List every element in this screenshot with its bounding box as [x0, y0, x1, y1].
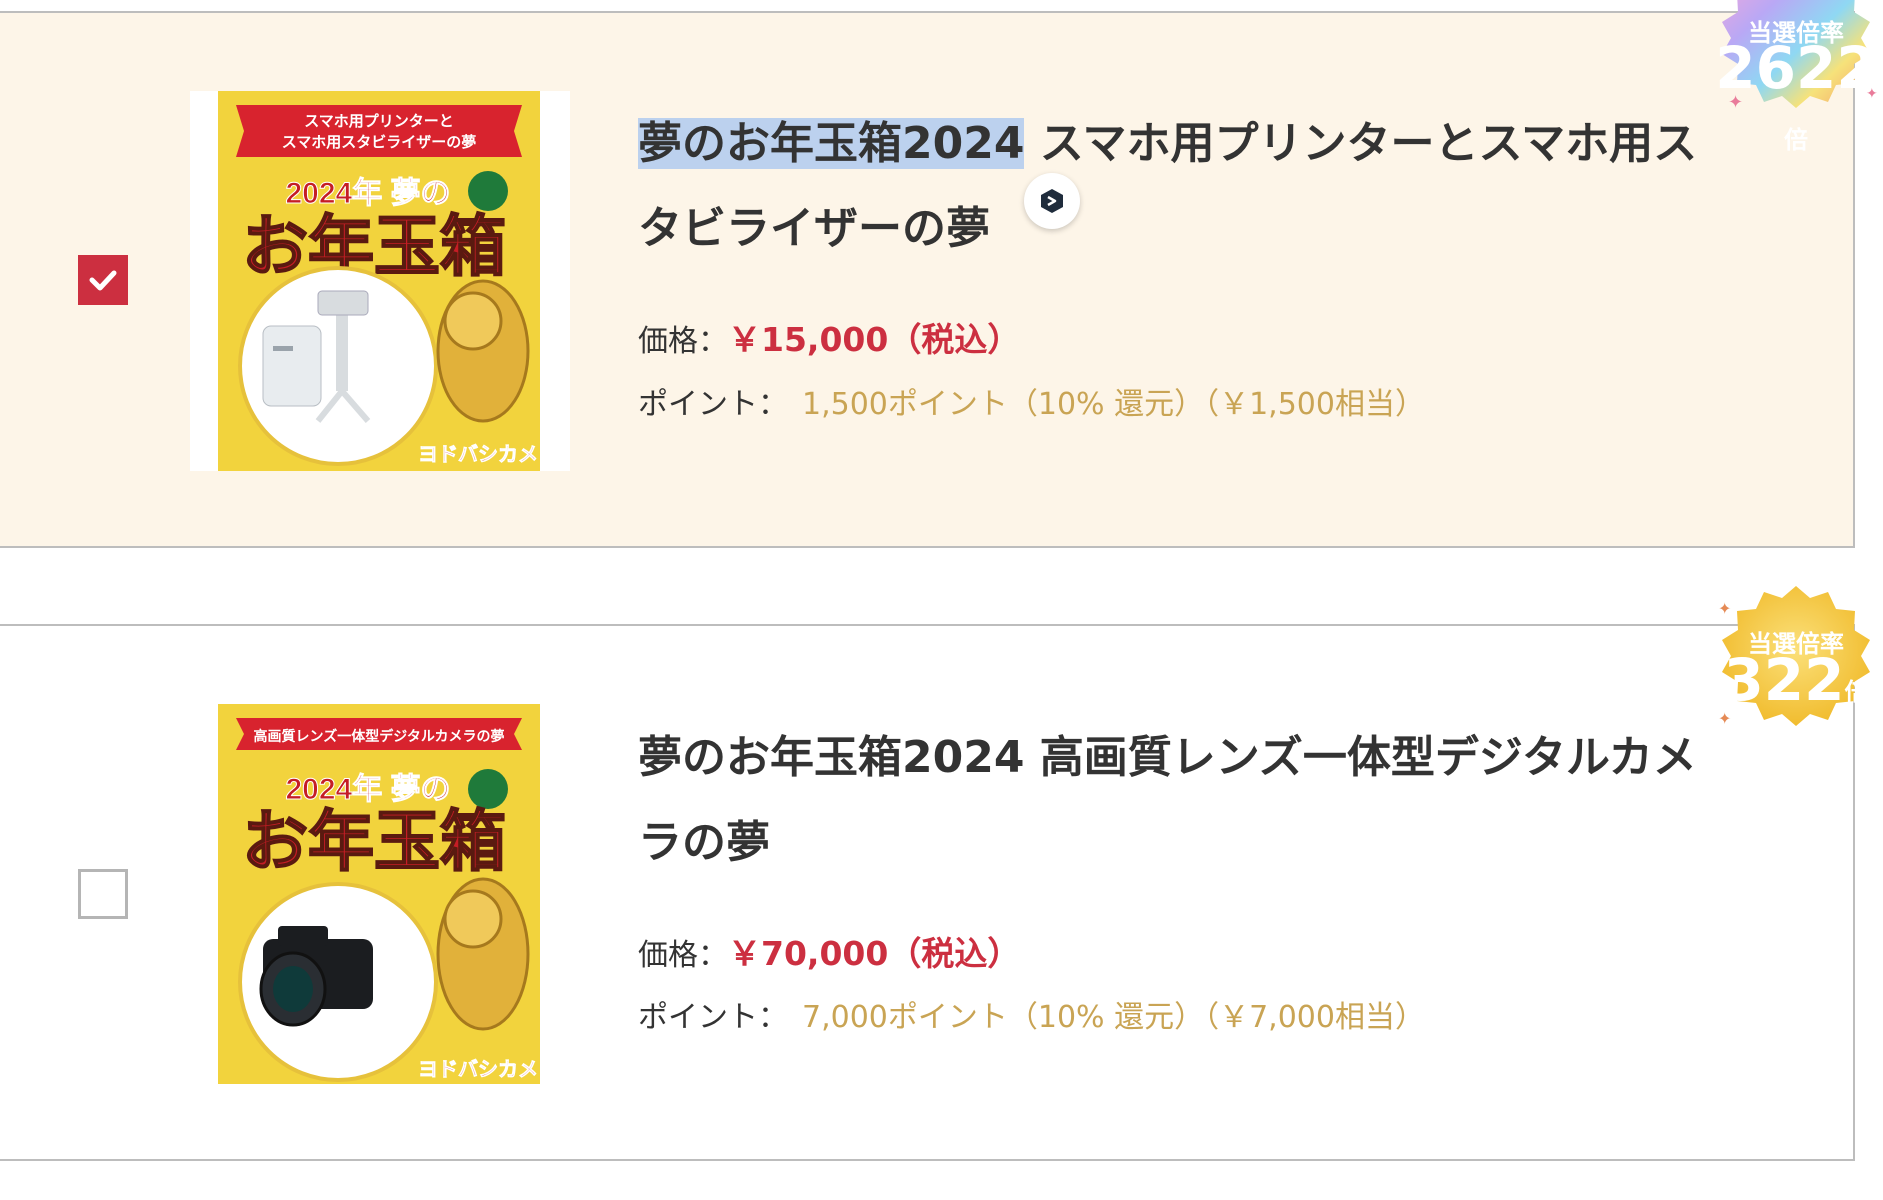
win-rate-badge: ✦ ✦ 当選倍率 2622倍 [1706, 0, 1883, 154]
points-row: ポイント： 1,500ポイント（10% 還元）（￥1,500相当） [638, 379, 1425, 423]
price-value: ￥70,000（税込） [728, 934, 1021, 973]
main-text: お年玉箱 [242, 804, 506, 878]
title-lead: 夢のお年玉箱2024 [638, 732, 1025, 783]
points-label: ポイント： [638, 387, 788, 422]
points-value: 1,500ポイント（10% 還元）（￥1,500相当） [802, 387, 1425, 422]
checkmark-icon [89, 270, 117, 291]
product-title[interactable]: 夢のお年玉箱2024 高画質レンズ一体型デジタルカメラの夢 [638, 715, 1698, 885]
title-lead: 夢のお年玉箱2024 [638, 118, 1025, 169]
year-text: 2024年 夢の [285, 177, 450, 210]
banner-text: スマホ用プリンターと [304, 113, 454, 130]
product-title[interactable]: 夢のお年玉箱2024 スマホ用プリンターとスマホ用スタビライザーの夢 [638, 101, 1698, 271]
select-checkbox[interactable] [78, 869, 128, 919]
product-image[interactable]: 高画質レンズ一体型デジタルカメラの夢 2024年 夢の お年玉箱 ヨドバシカメラ [218, 704, 540, 1084]
points-label: ポイント： [638, 1000, 788, 1035]
price-value: ￥15,000（税込） [728, 320, 1021, 359]
product-image[interactable]: スマホ用プリンターと スマホ用スタビライザーの夢 2024年 夢の お年玉箱 ヨ… [190, 91, 570, 471]
product-card[interactable]: スマホ用プリンターと スマホ用スタビライザーの夢 2024年 夢の お年玉箱 ヨ… [0, 11, 1855, 548]
year-text: 2024年 夢の [285, 773, 450, 806]
store-logo-text: ヨドバシカメラ [418, 443, 540, 466]
points-value: 7,000ポイント（10% 還元）（￥7,000相当） [802, 1000, 1425, 1035]
price-label: 価格： [638, 324, 728, 359]
price-row: 価格：￥70,000（税込） [638, 927, 1020, 975]
price-row: 価格：￥15,000（税込） [638, 313, 1020, 361]
share-button[interactable] [1024, 173, 1080, 229]
main-text: お年玉箱 [242, 209, 506, 283]
share-icon [1041, 189, 1063, 213]
product-card[interactable]: 高画質レンズ一体型デジタルカメラの夢 2024年 夢の お年玉箱 ヨドバシカメラ… [0, 624, 1855, 1161]
banner-text: 高画質レンズ一体型デジタルカメラの夢 [253, 728, 504, 744]
points-row: ポイント： 7,000ポイント（10% 還元）（￥7,000相当） [638, 992, 1425, 1036]
win-rate-badge: ✦ ✦ 当選倍率 322倍 [1706, 574, 1883, 754]
price-label: 価格： [638, 938, 728, 973]
store-logo-text: ヨドバシカメラ [418, 1058, 540, 1081]
banner-text: スマホ用スタビライザーの夢 [282, 133, 477, 151]
badge-value: 2622倍 [1715, 34, 1877, 154]
select-checkbox[interactable] [78, 255, 128, 305]
sparkle-icon: ✦ [1718, 599, 1731, 618]
badge-value: 322倍 [1723, 646, 1869, 714]
